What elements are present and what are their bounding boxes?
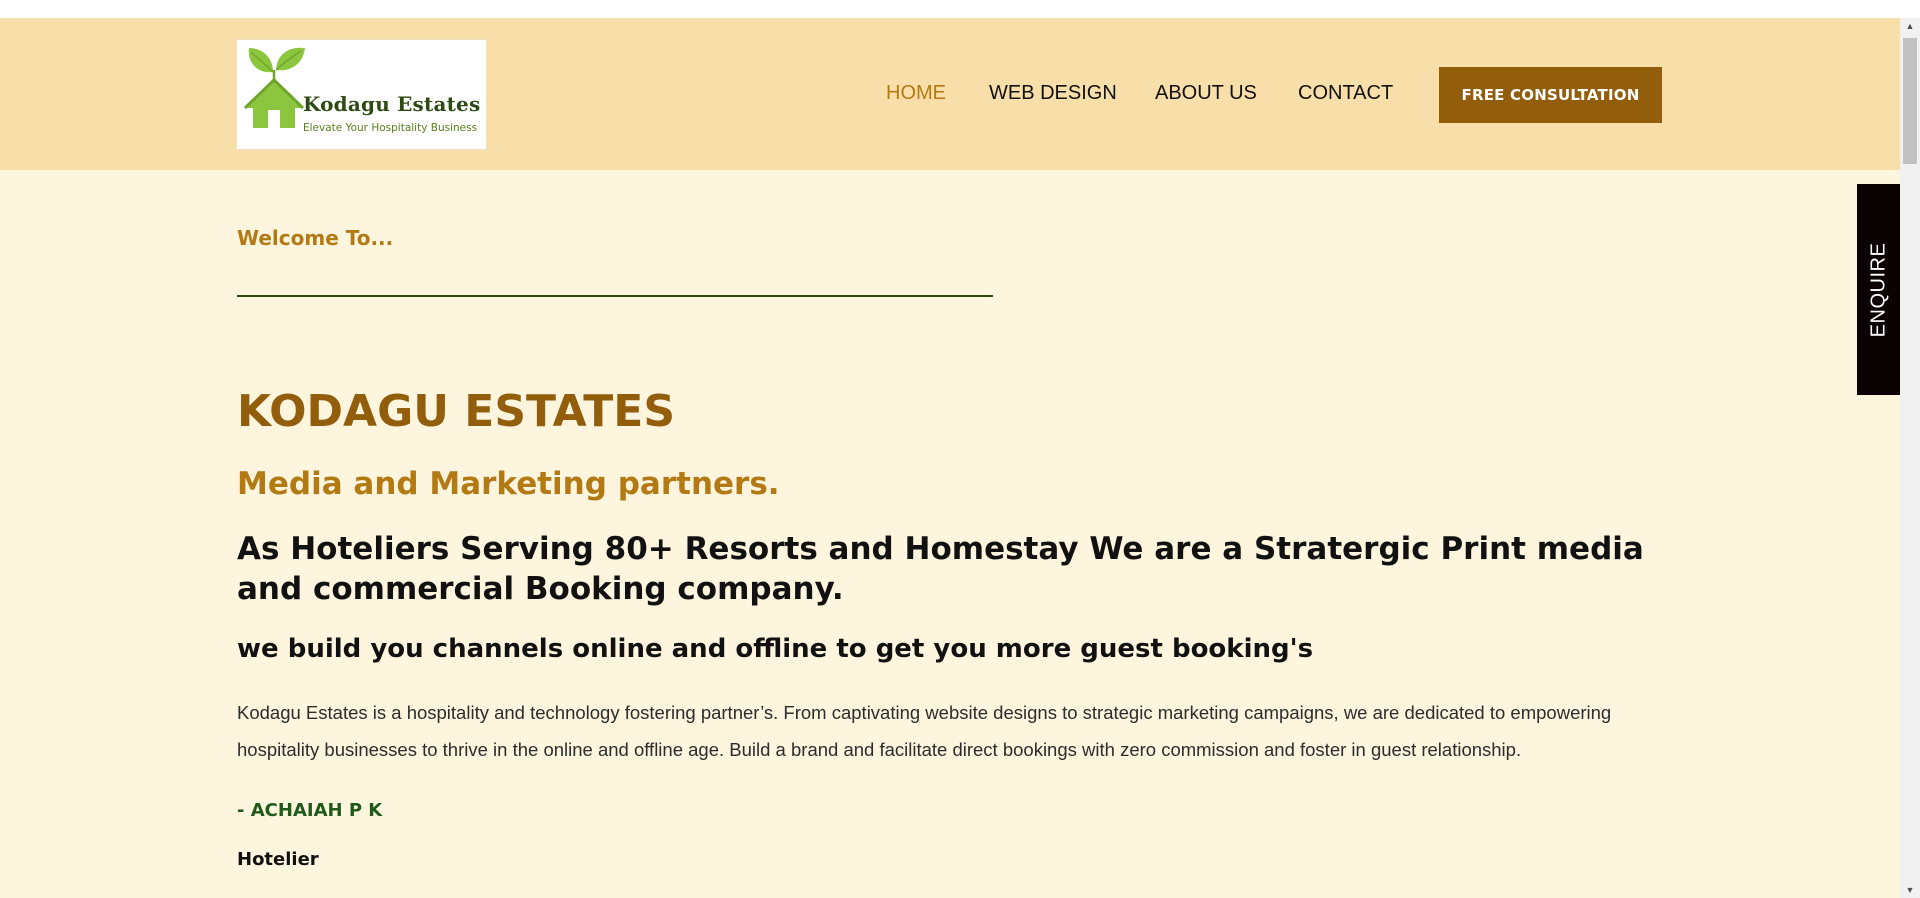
author-role: Hotelier [237, 849, 319, 870]
logo-title: Kodagu Estates [303, 92, 481, 116]
nav-about-us[interactable]: ABOUT US [1155, 82, 1257, 108]
free-consultation-button[interactable]: FREE CONSULTATION [1439, 67, 1662, 123]
nav-home[interactable]: HOME [886, 82, 946, 108]
nav-web-design[interactable]: WEB DESIGN [989, 82, 1117, 108]
enquire-side-tab[interactable]: ENQUIRE [1857, 184, 1900, 395]
divider-line [237, 295, 993, 297]
enquire-label: ENQUIRE [1867, 242, 1889, 337]
welcome-heading: Welcome To... [237, 226, 394, 250]
scroll-down-arrow-icon[interactable]: ▼ [1900, 882, 1920, 898]
channels-heading: we build you channels online and offline… [237, 634, 1314, 664]
scrollbar-thumb[interactable] [1903, 38, 1917, 164]
company-title: KODAGU ESTATES [237, 386, 676, 437]
author-name: - ACHAIAH P K [237, 800, 383, 821]
logo-tagline: Elevate Your Hospitality Business [303, 122, 478, 134]
scroll-up-arrow-icon[interactable]: ▲ [1900, 18, 1920, 34]
company-tagline: Media and Marketing partners. [237, 466, 780, 502]
nav-contact[interactable]: CONTACT [1298, 82, 1393, 108]
site-logo[interactable]: Kodagu Estates Elevate Your Hospitality … [237, 40, 486, 149]
page-scrollbar[interactable]: ▲ ▼ [1900, 18, 1920, 898]
serving-heading: As Hoteliers Serving 80+ Resorts and Hom… [237, 531, 1644, 607]
browser-top-strip [0, 0, 1900, 18]
intro-paragraph: Kodagu Estates is a hospitality and tech… [237, 702, 1612, 760]
house-with-leaves-icon [243, 47, 305, 128]
